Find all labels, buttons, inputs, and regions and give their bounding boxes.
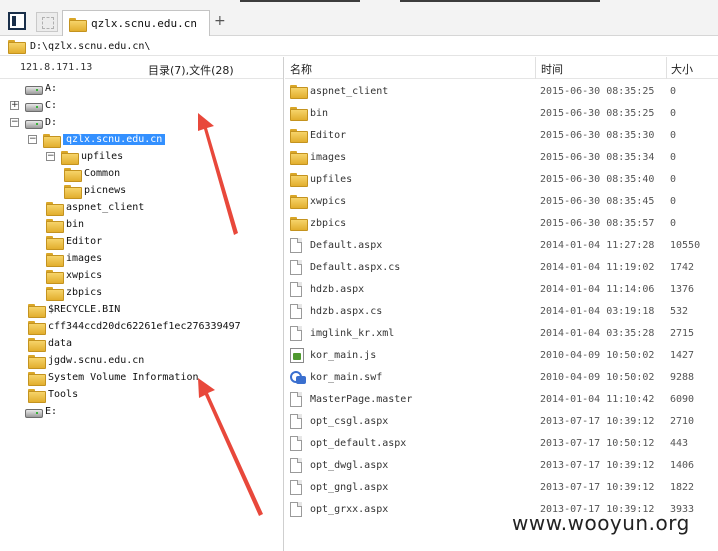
red-arrow-icon	[198, 378, 263, 516]
watermark: www.wooyun.org	[512, 511, 690, 535]
annotation-arrows	[198, 113, 263, 516]
red-arrow-icon	[198, 113, 238, 235]
